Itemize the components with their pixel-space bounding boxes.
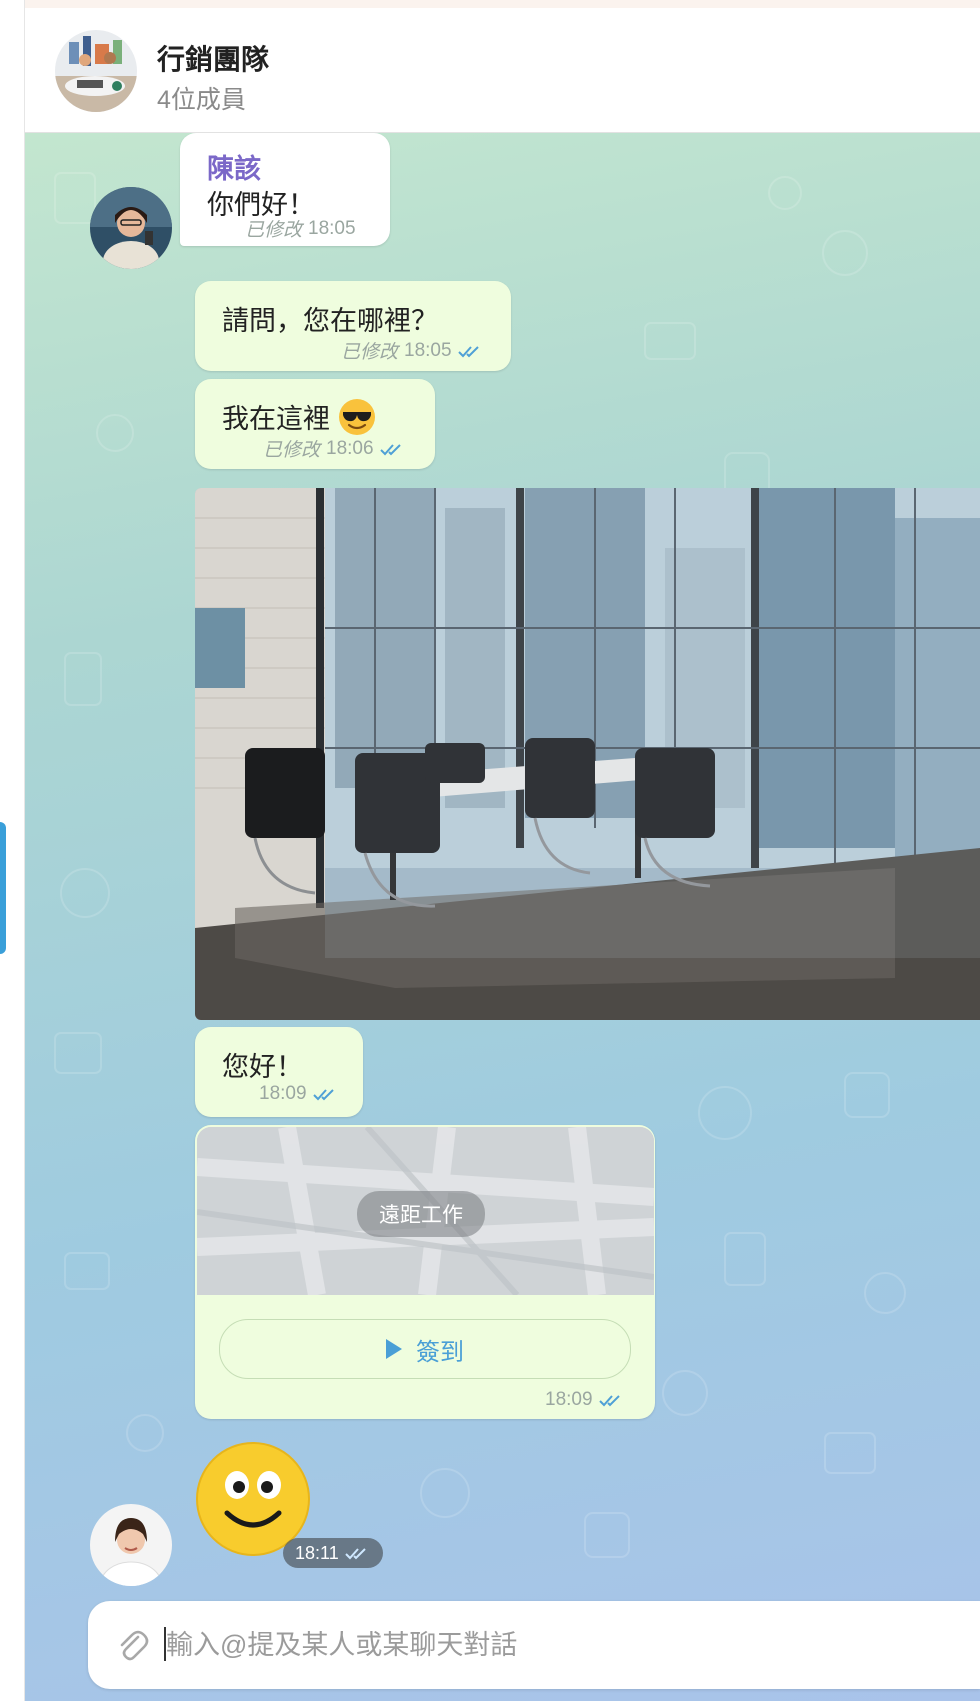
sender-avatar[interactable] bbox=[90, 1504, 172, 1586]
message-composer[interactable] bbox=[88, 1601, 980, 1689]
message-bubble[interactable]: 您好！ 18:09 bbox=[195, 1027, 363, 1117]
check-in-label: 簽到 bbox=[416, 1338, 464, 1366]
message-meta: 已修改 18:06 bbox=[263, 435, 406, 462]
double-check-icon bbox=[312, 1089, 334, 1101]
panel-resize-handle[interactable] bbox=[0, 822, 6, 954]
message-time: 18:05 bbox=[308, 217, 356, 239]
edited-label: 已修改 bbox=[245, 220, 303, 241]
double-check-icon bbox=[457, 345, 479, 357]
paperclip-icon[interactable] bbox=[114, 1627, 150, 1663]
location-label: 遠距工作 bbox=[357, 1191, 485, 1237]
message-meta: 18:09 bbox=[259, 1083, 339, 1105]
check-in-button[interactable]: 簽到 bbox=[219, 1319, 631, 1379]
message-bubble[interactable]: 請問，您在哪裡？ 已修改 18:05 bbox=[195, 281, 511, 371]
group-avatar[interactable] bbox=[55, 30, 137, 112]
message-time: 18:09 bbox=[545, 1389, 593, 1410]
message-time: 18:06 bbox=[326, 437, 374, 459]
message-meta: 已修改 18:05 bbox=[245, 215, 356, 242]
top-strip bbox=[0, 0, 980, 8]
sender-name[interactable]: 陳該 bbox=[207, 147, 261, 186]
message-bubble[interactable]: 陳該 你們好！ 已修改 18:05 bbox=[180, 133, 390, 246]
edited-label: 已修改 bbox=[263, 440, 321, 461]
sticker-meta: 18:11 bbox=[283, 1538, 383, 1568]
message-text: 您好！ bbox=[222, 1052, 303, 1082]
message-text: 我在這裡 bbox=[222, 397, 376, 436]
double-check-icon bbox=[598, 1395, 620, 1407]
message-input[interactable] bbox=[164, 1619, 948, 1671]
map-preview[interactable]: 遠距工作 bbox=[197, 1127, 654, 1295]
message-meta: 已修改 18:05 bbox=[341, 337, 484, 364]
double-check-icon bbox=[345, 1548, 366, 1560]
message-list[interactable]: 陳該 你們好！ 已修改 18:05 請問，您在哪裡？ 已修改 18:05 我在這… bbox=[25, 133, 980, 1701]
member-count: 4位成員 bbox=[157, 86, 246, 114]
photo-message[interactable] bbox=[195, 488, 980, 1020]
message-bubble[interactable]: 我在這裡 已修改 18:06 bbox=[195, 379, 435, 469]
message-time: 18:05 bbox=[404, 339, 452, 361]
edited-label: 已修改 bbox=[341, 342, 399, 363]
chat-header[interactable]: 行銷團隊 4位成員 bbox=[25, 8, 980, 133]
message-time: 18:09 bbox=[259, 1083, 307, 1104]
play-icon bbox=[386, 1339, 402, 1359]
sender-avatar[interactable] bbox=[90, 187, 172, 269]
sunglasses-emoji bbox=[338, 399, 375, 435]
message-text: 請問，您在哪裡？ bbox=[222, 306, 438, 336]
message-time: 18:11 bbox=[295, 1542, 339, 1563]
message-text-content: 我在這裡 bbox=[222, 404, 330, 434]
message-meta: 18:09 bbox=[545, 1389, 625, 1411]
double-check-icon bbox=[379, 443, 401, 455]
group-title: 行銷團隊 bbox=[157, 44, 270, 75]
